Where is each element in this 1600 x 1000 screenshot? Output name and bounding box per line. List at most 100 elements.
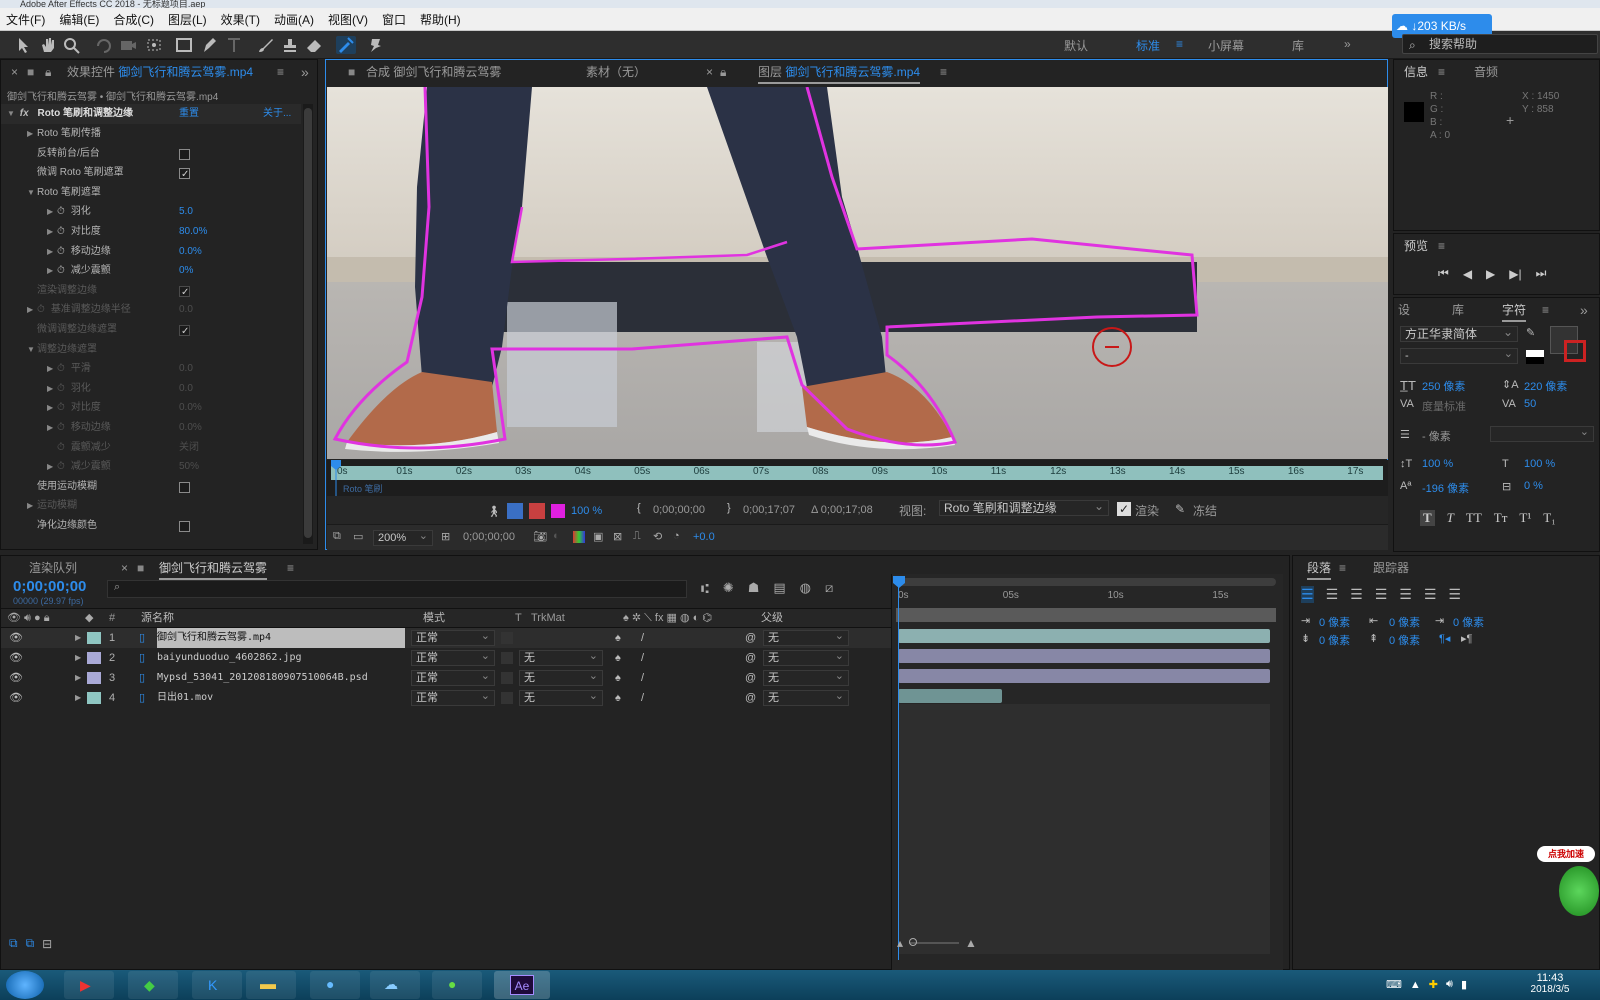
effect-property-row[interactable]: ▶ ⏱ 羽化 0.0: [1, 379, 301, 399]
blend-mode-select[interactable]: 正常: [411, 629, 495, 646]
region-icon[interactable]: ▣: [593, 530, 603, 543]
effect-property-row[interactable]: 微调调整边缘遮罩: [1, 320, 301, 342]
workspace-more-icon[interactable]: »: [1344, 37, 1351, 51]
timeline-playhead[interactable]: [898, 580, 899, 960]
tab-tracker[interactable]: 跟踪器: [1373, 556, 1409, 580]
effect-property-row[interactable]: ▼ Roto 笔刷遮罩: [1, 183, 301, 203]
channel-icon[interactable]: [573, 531, 585, 543]
pickwhip-icon[interactable]: @: [745, 688, 756, 708]
selection-tool-icon[interactable]: [14, 36, 34, 54]
effect-property-row[interactable]: ▶ ⏱ 平滑 0.0: [1, 359, 301, 379]
reset-link[interactable]: 重置: [179, 104, 199, 124]
tab-layer[interactable]: 图层 御剑飞行和腾云驾雾.mp4: [758, 60, 921, 84]
first-frame-icon[interactable]: ⏮: [1438, 266, 1449, 281]
indent-first-field[interactable]: 0 像素: [1453, 614, 1484, 630]
layer-duration-bar[interactable]: [898, 649, 1270, 663]
tracking-field[interactable]: 50: [1524, 398, 1536, 410]
blend-mode-select[interactable]: 正常: [411, 669, 495, 686]
align-left-icon[interactable]: ☰: [1301, 586, 1314, 603]
collapsed-triangle-icon[interactable]: ▶: [47, 398, 57, 418]
in-point-icon[interactable]: {: [637, 502, 641, 514]
quality-switch-icon[interactable]: /: [641, 668, 644, 688]
menu-layer[interactable]: 图层(L): [168, 11, 207, 28]
effect-property-value[interactable]: 50%: [179, 457, 199, 477]
font-family-select[interactable]: 方正华隶简体: [1400, 325, 1518, 342]
panel-menu-icon[interactable]: ≡: [1438, 234, 1445, 258]
pen-tool-icon[interactable]: [200, 36, 220, 54]
space-after-field[interactable]: 0 像素: [1389, 632, 1420, 648]
effect-property-value[interactable]: 0%: [179, 261, 193, 281]
effect-property-value[interactable]: 0.0: [179, 359, 193, 379]
expanded-triangle-icon[interactable]: ▼: [27, 340, 37, 360]
taskbar-after-effects-icon[interactable]: Ae: [494, 971, 550, 999]
pickwhip-icon[interactable]: @: [745, 648, 756, 668]
menu-help[interactable]: 帮助(H): [420, 11, 461, 28]
tab-paragraph[interactable]: 段落: [1307, 556, 1332, 580]
collapsed-triangle-icon[interactable]: ▶: [75, 668, 81, 688]
about-link[interactable]: 关于...: [263, 104, 291, 124]
panel-menu-icon[interactable]: ≡: [940, 60, 947, 84]
effect-property-row[interactable]: 渲染调整边缘: [1, 281, 301, 303]
effect-property-checkbox[interactable]: [179, 148, 190, 160]
layer-name[interactable]: 日出01.mov: [157, 688, 405, 708]
zoom-slider[interactable]: [909, 938, 960, 946]
stopwatch-icon[interactable]: ⏱: [57, 422, 65, 433]
workspace-default[interactable]: 默认: [1064, 37, 1088, 54]
brush-red-icon[interactable]: [528, 503, 545, 519]
tab-footage[interactable]: 素材（无）: [586, 60, 646, 84]
visibility-eye-icon[interactable]: 👁︎: [9, 668, 23, 688]
menu-edit[interactable]: 编辑(E): [59, 11, 99, 28]
panel-menu-icon[interactable]: ≡: [1542, 298, 1549, 322]
effect-property-row[interactable]: ▶ ⏱ 移动边缘 0.0%: [1, 418, 301, 438]
parent-select[interactable]: 无: [763, 669, 849, 686]
layer-duration-bar[interactable]: [898, 669, 1270, 683]
faux-bold-button[interactable]: T: [1420, 510, 1435, 526]
rtl-direction-icon[interactable]: ▸¶: [1461, 632, 1472, 645]
collapse-triangle-icon[interactable]: ▼: [7, 104, 17, 124]
layer-name[interactable]: 御剑飞行和腾云驾雾.mp4: [157, 628, 405, 648]
effect-property-row[interactable]: 反转前台/后台: [1, 144, 301, 164]
prev-frame-icon[interactable]: ◀︎: [1463, 267, 1472, 281]
collapsed-triangle-icon[interactable]: ▶: [47, 379, 57, 399]
transfer-controls-icon[interactable]: ⊟: [42, 937, 52, 951]
shy-switch-icon[interactable]: ♠: [615, 688, 621, 708]
effects-tab[interactable]: 效果控件 御剑飞行和腾云驾雾.mp4: [67, 60, 253, 84]
clock[interactable]: 11:43 2018/3/5: [1520, 972, 1580, 995]
pickwhip-icon[interactable]: @: [745, 668, 756, 688]
font-style-select[interactable]: -: [1400, 347, 1518, 364]
pan-behind-tool-icon[interactable]: [144, 36, 164, 54]
preserve-transparency-box[interactable]: [501, 672, 513, 684]
blend-mode-select[interactable]: 正常: [411, 689, 495, 706]
ltr-direction-icon[interactable]: ¶◂: [1439, 632, 1450, 645]
network-icon[interactable]: ▮: [1461, 978, 1467, 991]
layer-row[interactable]: 👁︎ ▶ 3 ▯ Mypsd_53041_201208180907510064B.psd…: [1, 668, 891, 688]
tab-library[interactable]: 库: [1452, 298, 1464, 322]
workspace-menu-icon[interactable]: ≡: [1176, 37, 1183, 51]
trkmat-select[interactable]: 无: [519, 669, 603, 686]
overlay-opacity[interactable]: 100 %: [571, 505, 602, 517]
effect-property-row[interactable]: ▶ Roto 笔刷传播: [1, 124, 301, 144]
effect-property-row[interactable]: ⏱ 震颤减少 关闭: [1, 438, 301, 458]
tab-character[interactable]: 字符: [1502, 298, 1527, 322]
timeline-ruler[interactable]: 0s 05s 10s 15s: [892, 588, 1284, 606]
search-help-field[interactable]: ⌕ 搜索帮助: [1402, 34, 1598, 54]
preserve-transparency-box[interactable]: [501, 632, 513, 644]
all-caps-button[interactable]: TT: [1466, 510, 1482, 526]
speedup-badge[interactable]: 点我加速: [1537, 846, 1595, 862]
parent-select[interactable]: 无: [763, 629, 849, 646]
indent-left-field[interactable]: 0 像素: [1319, 614, 1350, 630]
freeze-icon[interactable]: ✎: [1175, 502, 1185, 516]
stopwatch-icon[interactable]: ⏱: [57, 246, 65, 257]
start-button[interactable]: [6, 971, 44, 999]
snapshot-icon[interactable]: 📷︎: [533, 530, 547, 543]
expanded-triangle-icon[interactable]: ▼: [27, 183, 37, 203]
brush-tool-icon[interactable]: [256, 36, 276, 54]
video-frame[interactable]: [327, 87, 1388, 459]
taskbar-game-icon[interactable]: ●: [432, 971, 482, 999]
menu-file[interactable]: 文件(F): [6, 11, 45, 28]
effect-property-row[interactable]: ▶ 运动模糊: [1, 496, 301, 516]
scrollbar-thumb[interactable]: [304, 108, 312, 538]
workspace-library[interactable]: 库: [1292, 37, 1304, 54]
grid-icon[interactable]: ⊞: [441, 530, 450, 543]
work-area-bar[interactable]: [896, 578, 1276, 586]
